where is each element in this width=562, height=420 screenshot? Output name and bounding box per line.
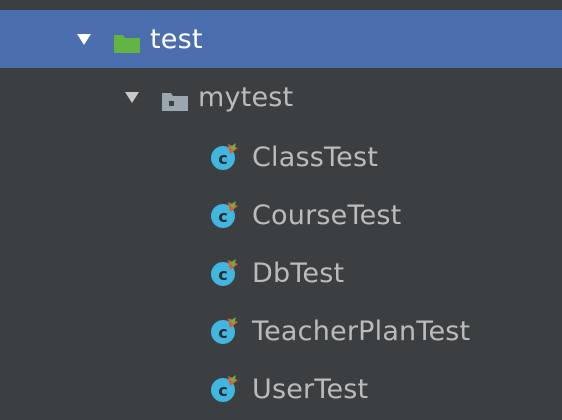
junit-test-class-icon: c xyxy=(210,142,240,172)
tree-node-class[interactable]: c DbTest xyxy=(0,244,562,302)
tree-node-label: ClassTest xyxy=(252,141,379,173)
svg-text:c: c xyxy=(218,323,227,342)
tree-node-label: mytest xyxy=(198,81,294,113)
test-folder-icon xyxy=(114,29,140,53)
project-tree: test mytest c ClassTest c CourseTest c D… xyxy=(0,0,562,420)
tree-node-label: TeacherPlanTest xyxy=(252,315,471,347)
tree-node-mytest[interactable]: mytest xyxy=(0,68,562,126)
package-folder-icon xyxy=(162,87,188,111)
tree-node-class[interactable]: c UserTest xyxy=(0,360,562,418)
svg-text:c: c xyxy=(218,207,227,226)
svg-text:c: c xyxy=(218,265,227,284)
tree-node-label: DbTest xyxy=(252,257,345,289)
svg-text:c: c xyxy=(218,381,227,400)
tree-node-test[interactable]: test xyxy=(0,10,562,68)
expand-arrow-icon[interactable] xyxy=(76,31,92,47)
tree-node-label: CourseTest xyxy=(252,199,402,231)
tree-node-class[interactable]: c TeacherPlanTest xyxy=(0,302,562,360)
junit-test-class-icon: c xyxy=(210,258,240,288)
junit-test-class-icon: c xyxy=(210,374,240,404)
tree-node-class[interactable]: c CourseTest xyxy=(0,186,562,244)
svg-text:c: c xyxy=(218,149,227,168)
junit-test-class-icon: c xyxy=(210,316,240,346)
tree-node-class[interactable]: c ClassTest xyxy=(0,128,562,186)
expand-arrow-icon[interactable] xyxy=(124,89,140,105)
tree-node-label: test xyxy=(150,23,203,55)
junit-test-class-icon: c xyxy=(210,200,240,230)
tree-node-label: UserTest xyxy=(252,373,369,405)
